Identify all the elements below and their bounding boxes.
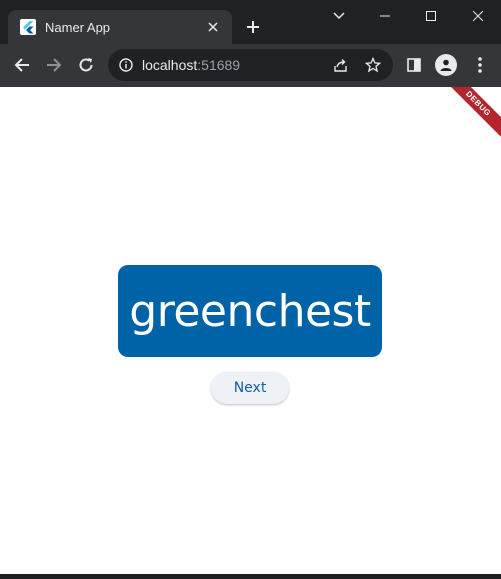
- menu-button[interactable]: [465, 50, 495, 80]
- forward-arrow-icon: [47, 58, 62, 72]
- side-panel-button[interactable]: [399, 50, 429, 80]
- back-button[interactable]: [7, 50, 37, 80]
- plus-icon: [247, 21, 259, 33]
- reload-icon: [79, 58, 93, 72]
- word-card: greenchest: [118, 265, 382, 357]
- forward-button[interactable]: [39, 50, 69, 80]
- back-arrow-icon: [14, 58, 29, 72]
- profile-button[interactable]: [435, 54, 457, 76]
- address-bar[interactable]: localhost:51689: [108, 49, 393, 81]
- side-panel-icon: [407, 58, 421, 72]
- kebab-menu-icon: [478, 57, 482, 73]
- maximize-icon: [426, 11, 436, 21]
- window-close-button[interactable]: [455, 0, 501, 32]
- info-icon[interactable]: [119, 58, 133, 72]
- minimize-icon: [380, 15, 390, 17]
- url-port: :51689: [197, 57, 241, 73]
- share-icon[interactable]: [331, 55, 351, 75]
- next-button[interactable]: Next: [211, 372, 289, 404]
- close-icon: [473, 11, 483, 21]
- taskbar-strip: [0, 574, 501, 579]
- tab-strip: Namer App: [0, 0, 501, 44]
- tab-search-button[interactable]: [316, 0, 362, 32]
- reload-button[interactable]: [71, 50, 101, 80]
- close-icon[interactable]: [204, 18, 222, 36]
- minimize-button[interactable]: [362, 0, 408, 32]
- avatar-icon: [440, 59, 452, 71]
- word-text: greenchest: [129, 285, 371, 337]
- browser-toolbar: localhost:51689: [0, 44, 501, 87]
- chevron-down-icon: [333, 12, 345, 20]
- page-viewport: DEBUG greenchest Next: [0, 87, 501, 579]
- tab-title: Namer App: [45, 19, 111, 35]
- url-host: localhost: [142, 57, 198, 73]
- flutter-icon: [20, 19, 36, 35]
- star-icon[interactable]: [363, 55, 383, 75]
- new-tab-button[interactable]: [242, 16, 264, 38]
- browser-tab[interactable]: Namer App: [8, 10, 232, 44]
- maximize-button[interactable]: [408, 0, 454, 32]
- debug-banner: DEBUG: [441, 87, 501, 141]
